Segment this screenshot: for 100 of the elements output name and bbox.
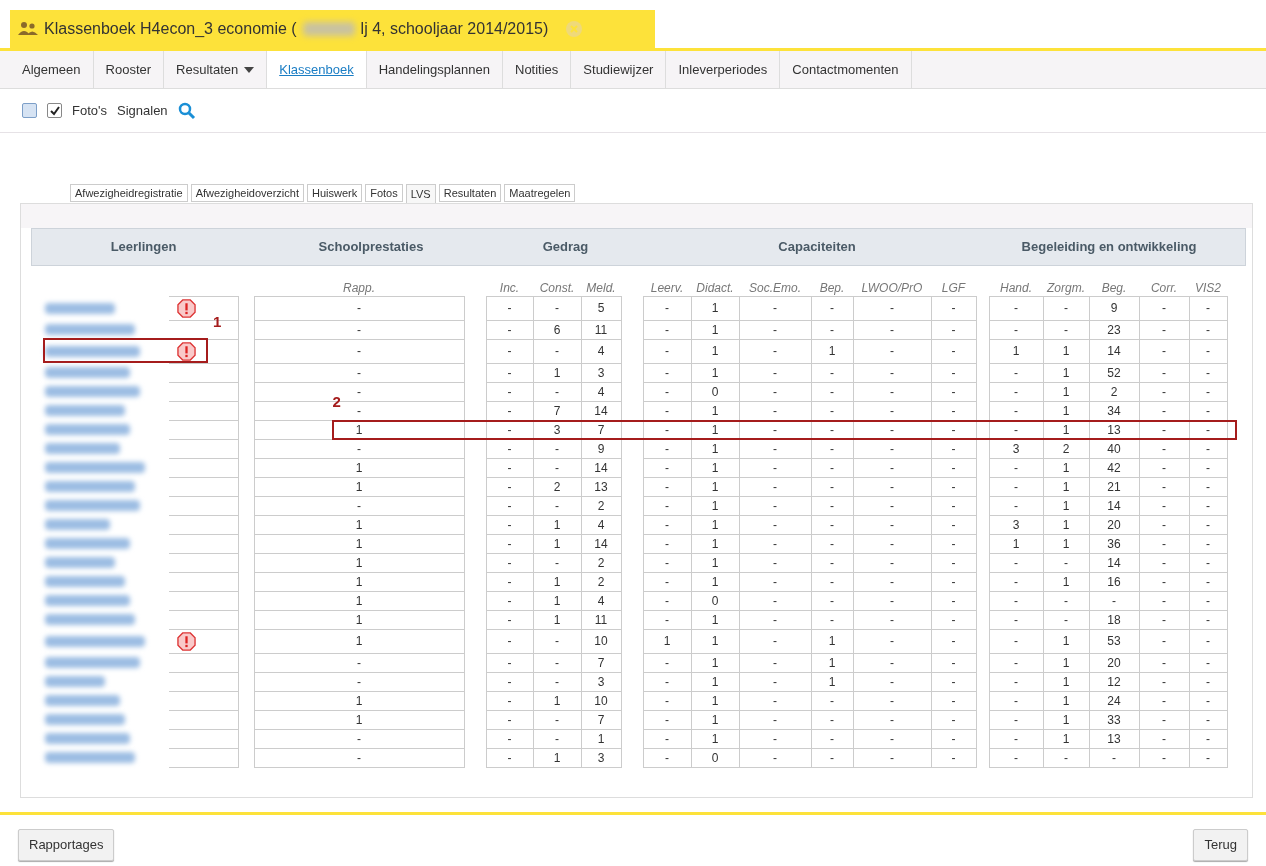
nav-tab[interactable]: Klassenboek [267,51,367,88]
table-cell: - [1189,729,1227,748]
table-cell: - [1139,672,1189,691]
table-cell: - [1189,653,1227,672]
table-cell: 16 [1089,572,1139,591]
sub-tab[interactable]: LVS [405,184,436,203]
table-cell: - [1189,477,1227,496]
table-cell: - [1139,496,1189,515]
table-cell: - [1189,439,1227,458]
table-cell: 1 [691,553,739,572]
table-cell: 1 [691,629,739,653]
table-cell: - [643,496,691,515]
nav-tab[interactable]: Notities [503,51,572,88]
table-cell: 1 [811,653,853,672]
table-cell: - [1189,458,1227,477]
group-header: Capaciteiten [778,238,856,257]
table-cell: - [811,439,853,458]
column-header: Bep. [819,280,845,295]
table-cell: - [254,729,464,748]
table-cell: - [811,691,853,710]
nav-tab[interactable]: Handelingsplannen [366,51,503,88]
table-cell: 11 [581,320,621,339]
table-cell: - [739,496,811,515]
table-cell: 7 [581,710,621,729]
table-cell: 1 [533,610,581,629]
table-cell: - [1189,748,1227,767]
nav-tab[interactable]: Rooster [93,51,165,88]
table-cell: - [533,629,581,653]
table-cell: 1 [533,534,581,553]
table-cell: 1 [691,477,739,496]
table-cell: - [811,534,853,553]
checkbox[interactable] [22,103,37,118]
table-cell: - [1139,591,1189,610]
table-cell: 1 [533,691,581,710]
table-cell: - [811,382,853,401]
table-cell: - [931,382,976,401]
footer-button[interactable]: Rapportages [18,829,115,861]
table-cell: - [254,748,464,767]
table-cell: - [533,710,581,729]
table-cell: 1 [691,458,739,477]
sub-tab[interactable]: Huiswerk [306,184,363,202]
table-cell: 2 [1089,382,1139,401]
checkbox[interactable] [47,103,62,118]
table-cell: 21 [1089,477,1139,496]
nav-tab[interactable]: Studiewijzer [571,51,667,88]
column-header: VIS2 [1195,280,1221,295]
table-cell: - [739,572,811,591]
table-cell: - [254,363,464,382]
table-cell: - [643,382,691,401]
table-cell: - [486,710,533,729]
table-cell: - [739,691,811,710]
table-cell: - [931,439,976,458]
table-cell: 1 [643,629,691,653]
column-header: Hand. [1000,280,1032,295]
table-cell: 1 [811,629,853,653]
table-cell: - [853,591,931,610]
sub-tab[interactable]: Fotos [365,184,403,202]
table-cell: - [989,382,1043,401]
table-cell: 9 [581,439,621,458]
table-cell: 11 [581,610,621,629]
window-title-tab[interactable]: Klassenboek H4econ_3 economie ( lj 4, schooljaar 2014/2015) [10,10,655,48]
table-cell: 40 [1089,439,1139,458]
table-cell: 4 [581,591,621,610]
nav-tab[interactable]: Algemeen [10,51,94,88]
toolbar-label[interactable]: Signalen [117,100,168,121]
table-cell: 10 [581,691,621,710]
table-cell: 1 [1043,653,1089,672]
table-cell: 1 [989,534,1043,553]
table-cell: - [486,672,533,691]
nav-tab[interactable]: Contactmomenten [780,51,912,88]
table-cell: 52 [1089,363,1139,382]
column-header: Beg. [1101,280,1127,295]
nav-tab[interactable]: Inleverperiodes [666,51,781,88]
table-cell: - [1139,691,1189,710]
table-cell: - [931,339,976,363]
table-cell: - [486,458,533,477]
sub-tab[interactable]: Afwezigheidoverzicht [190,184,304,202]
sub-tab[interactable]: Maatregelen [504,184,576,202]
toolbar-label[interactable]: Foto's [72,100,107,121]
table-cell: - [739,515,811,534]
sub-tab[interactable]: Resultaten [438,184,502,202]
group-header: Schoolprestaties [318,238,424,257]
table-cell: - [739,748,811,767]
table-cell: 14 [1089,339,1139,363]
sub-tab[interactable]: Afwezigheidregistratie [70,184,188,202]
table-cell: - [811,296,853,320]
footer-button[interactable]: Terug [1193,829,1248,861]
table-cell: - [1139,458,1189,477]
table-cell: - [486,420,533,439]
table-cell: - [739,534,811,553]
table-cell: 1 [1043,515,1089,534]
table-cell: - [811,496,853,515]
table-cell: - [853,553,931,572]
table-cell: 1 [1043,629,1089,653]
table-cell: - [254,496,464,515]
search-icon[interactable] [177,101,196,120]
table-cell: 1 [691,496,739,515]
table-cell: - [989,610,1043,629]
table-cell: 1 [1043,534,1089,553]
table-cell: - [739,363,811,382]
